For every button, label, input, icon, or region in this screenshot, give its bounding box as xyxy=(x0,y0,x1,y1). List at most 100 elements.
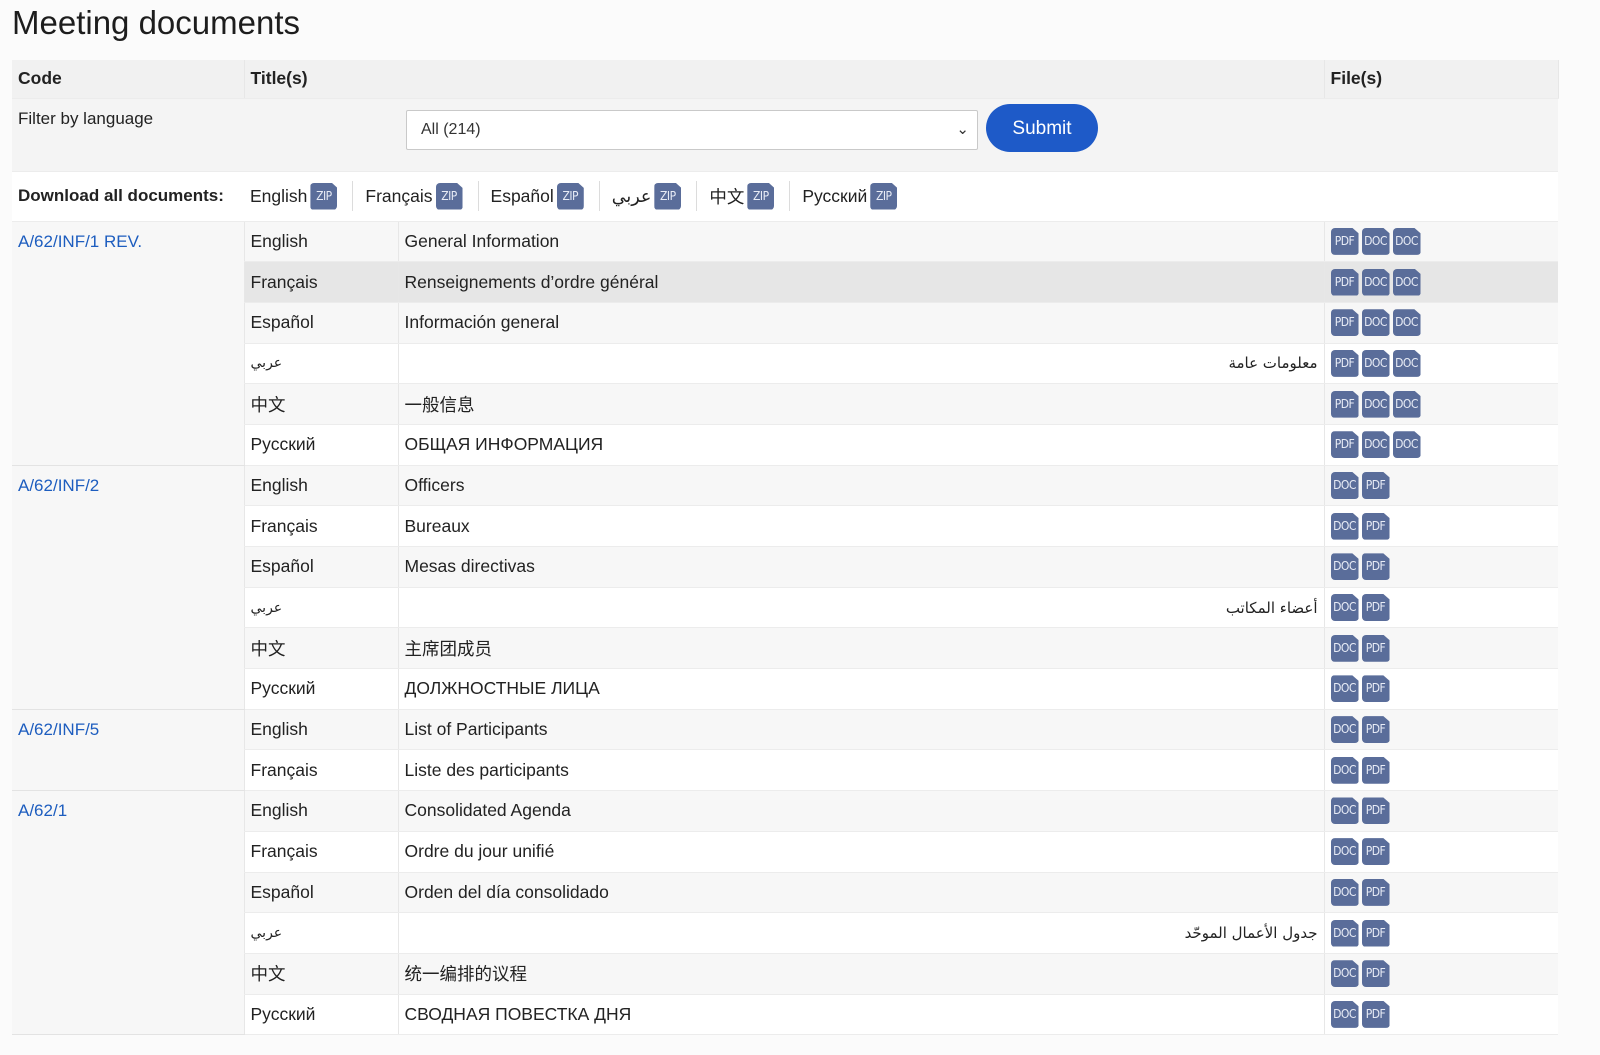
document-code-link[interactable]: A/62/1 xyxy=(18,801,67,820)
doc-file-icon[interactable]: DOC xyxy=(1361,309,1390,337)
pdf-file-icon[interactable]: PDF xyxy=(1361,594,1390,622)
doc-file-icon[interactable]: DOC xyxy=(1330,960,1359,988)
doc-file-icon[interactable]: DOC xyxy=(1330,756,1359,784)
pdf-file-icon[interactable]: PDF xyxy=(1361,797,1390,825)
table-row: A/62/INF/1 REV. English General Informatio… xyxy=(12,221,1559,466)
document-title-cell: Officers xyxy=(397,465,1325,507)
doc-file-icon[interactable]: DOC xyxy=(1361,431,1390,459)
submit-button[interactable]: Submit xyxy=(986,103,1098,152)
doc-file-icon[interactable]: DOC xyxy=(1392,390,1421,418)
doc-file-icon[interactable]: DOC xyxy=(1361,268,1390,296)
document-title-cell: Información general xyxy=(397,302,1325,344)
header-titles: Title(s) xyxy=(244,60,1325,99)
pdf-file-icon[interactable]: PDF xyxy=(1330,309,1359,337)
doc-file-icon[interactable]: DOC xyxy=(1330,716,1359,744)
download-all-language: 中文 xyxy=(709,186,745,207)
zip-file-icon[interactable]: ZIP xyxy=(747,182,775,210)
doc-file-icon[interactable]: DOC xyxy=(1392,227,1421,255)
table-row: عربي أعضاء المكاتب DOC PDF xyxy=(12,587,1559,629)
table-row: Español Información general PDF DOC DOC xyxy=(12,302,1559,344)
zip-file-icon[interactable]: ZIP xyxy=(556,182,584,210)
pdf-file-icon[interactable]: PDF xyxy=(1361,634,1390,662)
zip-file-icon[interactable]: ZIP xyxy=(310,182,338,210)
chevron-down-icon: ⌄ xyxy=(956,120,969,138)
pdf-file-icon[interactable]: PDF xyxy=(1330,349,1359,377)
download-all-list: English ZIP Français ZIP Español ZIP عربي ZIP 中文… xyxy=(250,181,1552,211)
table-row: A/62/INF/5 English List of Participants DOC… xyxy=(12,709,1559,792)
doc-file-icon[interactable]: DOC xyxy=(1330,838,1359,866)
table-row: عربي جدول الأعمال الموحّد DOC PDF xyxy=(12,912,1559,954)
doc-file-icon[interactable]: DOC xyxy=(1330,675,1359,703)
pdf-file-icon[interactable]: PDF xyxy=(1361,919,1390,947)
doc-file-icon[interactable]: DOC xyxy=(1330,919,1359,947)
files-cell: DOC PDF xyxy=(1323,587,1559,629)
files-cell: DOC PDF xyxy=(1323,790,1559,832)
doc-file-icon[interactable]: DOC xyxy=(1330,512,1359,540)
pdf-file-icon[interactable]: PDF xyxy=(1361,512,1390,540)
files-cell: DOC PDF xyxy=(1323,627,1559,670)
doc-file-icon[interactable]: DOC xyxy=(1392,349,1421,377)
table-row: 中文 一般信息 PDF DOC DOC xyxy=(12,383,1559,425)
document-code-link[interactable]: A/62/INF/2 xyxy=(18,476,99,495)
files-cell: PDF DOC DOC xyxy=(1323,302,1559,344)
download-all-link[interactable]: Español ZIP xyxy=(479,181,600,211)
table-row: Français Renseignements d’ordre général PD… xyxy=(12,261,1559,303)
pdf-file-icon[interactable]: PDF xyxy=(1330,227,1359,255)
pdf-file-icon[interactable]: PDF xyxy=(1330,390,1359,418)
doc-file-icon[interactable]: DOC xyxy=(1330,634,1359,662)
document-title-cell: Liste des participants xyxy=(397,749,1325,792)
zip-file-icon[interactable]: ZIP xyxy=(870,182,898,210)
pdf-file-icon[interactable]: PDF xyxy=(1330,431,1359,459)
doc-file-icon[interactable]: DOC xyxy=(1330,594,1359,622)
doc-file-icon[interactable]: DOC xyxy=(1330,1000,1359,1028)
files-cell: PDF DOC DOC xyxy=(1323,221,1559,263)
download-all-link[interactable]: عربي ZIP xyxy=(600,181,698,211)
pdf-file-icon[interactable]: PDF xyxy=(1361,675,1390,703)
pdf-file-icon[interactable]: PDF xyxy=(1361,553,1390,581)
doc-file-icon[interactable]: DOC xyxy=(1392,309,1421,337)
files-cell: DOC PDF xyxy=(1323,912,1559,954)
language-cell: English xyxy=(243,465,398,507)
doc-file-icon[interactable]: DOC xyxy=(1330,878,1359,906)
doc-file-icon[interactable]: DOC xyxy=(1361,390,1390,418)
doc-file-icon[interactable]: DOC xyxy=(1361,349,1390,377)
language-select[interactable]: All (214) ⌄ xyxy=(406,109,978,150)
doc-file-icon[interactable]: DOC xyxy=(1361,227,1390,255)
doc-file-icon[interactable]: DOC xyxy=(1392,268,1421,296)
pdf-file-icon[interactable]: PDF xyxy=(1361,756,1390,784)
download-all-link[interactable]: 中文 ZIP xyxy=(697,181,791,211)
pdf-file-icon[interactable]: PDF xyxy=(1361,1000,1390,1028)
language-cell: Русский xyxy=(243,668,398,710)
download-all-link[interactable]: Русский ZIP xyxy=(790,181,912,211)
doc-file-icon[interactable]: DOC xyxy=(1392,431,1421,459)
document-code-link[interactable]: A/62/INF/1 REV. xyxy=(18,232,142,251)
files-cell: DOC PDF xyxy=(1323,994,1559,1036)
pdf-file-icon[interactable]: PDF xyxy=(1361,471,1390,499)
pdf-file-icon[interactable]: PDF xyxy=(1361,960,1390,988)
document-title-cell: Orden del día consolidado xyxy=(397,872,1325,914)
document-title-cell: General Information xyxy=(397,221,1325,263)
pdf-file-icon[interactable]: PDF xyxy=(1361,878,1390,906)
document-title-cell: Consolidated Agenda xyxy=(397,790,1325,832)
pdf-file-icon[interactable]: PDF xyxy=(1330,268,1359,296)
doc-file-icon[interactable]: DOC xyxy=(1330,797,1359,825)
document-code-cell: A/62/1 xyxy=(12,790,244,1036)
download-all-row: Download all documents: English ZIP França… xyxy=(12,171,1559,222)
language-cell: 中文 xyxy=(243,627,398,670)
zip-file-icon[interactable]: ZIP xyxy=(654,182,682,210)
doc-file-icon[interactable]: DOC xyxy=(1330,553,1359,581)
pdf-file-icon[interactable]: PDF xyxy=(1361,838,1390,866)
doc-file-icon[interactable]: DOC xyxy=(1330,471,1359,499)
pdf-file-icon[interactable]: PDF xyxy=(1361,716,1390,744)
table-row: عربي معلومات عامة PDF DOC DOC xyxy=(12,343,1559,385)
download-all-language: عربي xyxy=(611,185,652,206)
zip-file-icon[interactable]: ZIP xyxy=(435,182,463,210)
download-all-link[interactable]: English ZIP xyxy=(250,181,354,211)
files-cell: PDF DOC DOC xyxy=(1323,424,1559,466)
download-all-link[interactable]: Français ZIP xyxy=(353,181,479,211)
table-row: Español Mesas directivas DOC PDF xyxy=(12,546,1559,588)
document-title-cell: Ordre du jour unifié xyxy=(397,831,1325,873)
download-all-label: Download all documents: xyxy=(12,171,244,222)
language-cell: Français xyxy=(243,831,398,873)
document-code-link[interactable]: A/62/INF/5 xyxy=(18,720,99,739)
